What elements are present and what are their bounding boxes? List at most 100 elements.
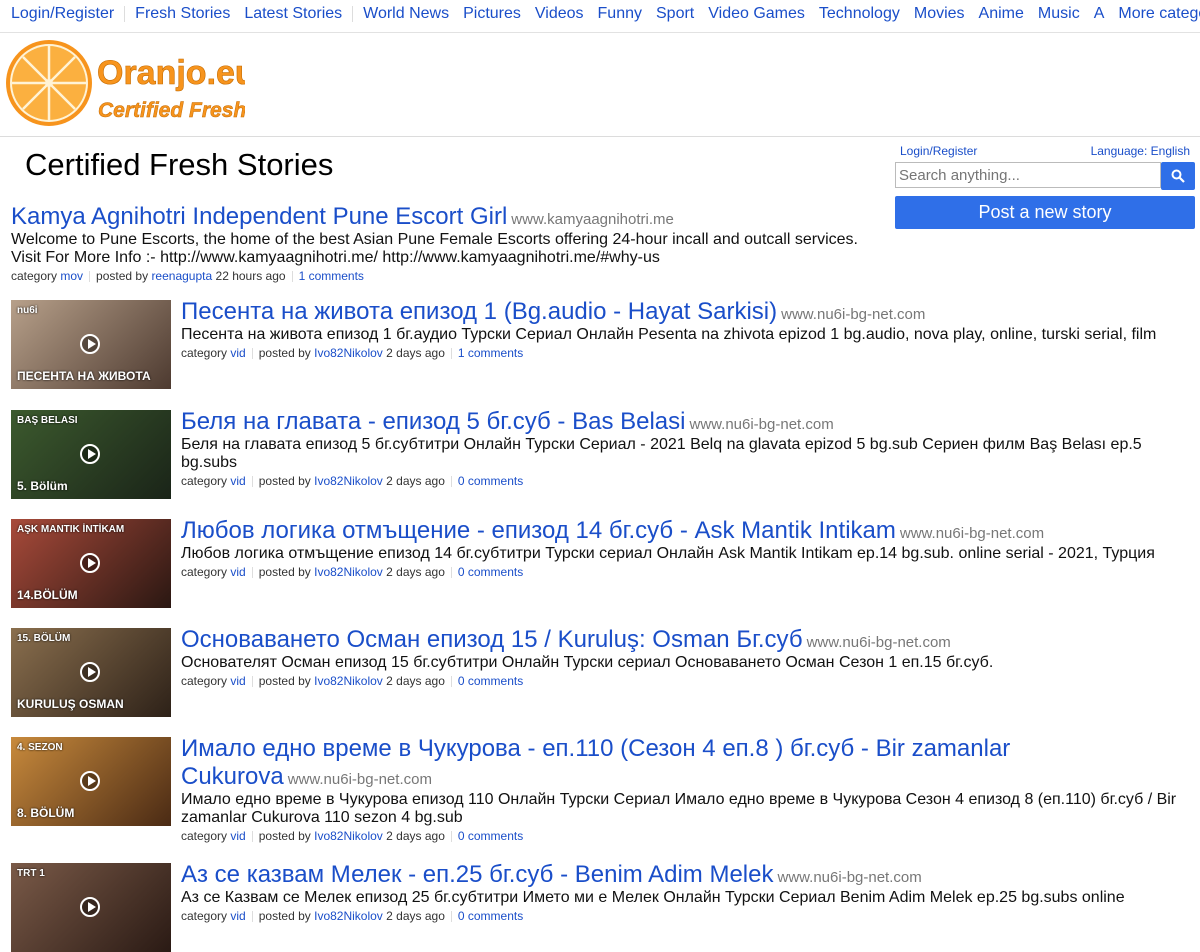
story-item: Аз се казвам Мелек - еп.25 бг.суб - Beni… <box>181 861 1181 924</box>
search-button[interactable] <box>1161 162 1195 190</box>
site-logo[interactable]: Oranjo.eu Certified Fresh <box>5 38 245 128</box>
nav-link-fresh-stories[interactable]: Fresh Stories <box>128 4 237 23</box>
thumbnail-badge: TRT 1 <box>17 868 45 879</box>
category-label: category <box>181 674 228 688</box>
post-time: 2 days ago <box>386 346 445 360</box>
story-meta: category vid posted by Ivo82Nikolov 2 day… <box>181 346 1181 361</box>
thumbnail-badge: 15. BÖLÜM <box>17 633 71 644</box>
nav-link-a[interactable]: A <box>1087 4 1112 23</box>
category-link[interactable]: vid <box>230 565 245 579</box>
story-title-link[interactable]: Аз се казвам Мелек - еп.25 бг.суб - Beni… <box>181 861 774 888</box>
story-domain: www.nu6i-bg-net.com <box>806 634 951 651</box>
meta-separator <box>251 831 253 843</box>
story-meta: category vid posted by Ivo82Nikolov 2 day… <box>181 674 1181 689</box>
story-title-link[interactable]: Беля на главата - епизод 5 бг.суб - Bas … <box>181 408 685 435</box>
story-headline: Основаването Осман епизод 15 / Kuruluş: … <box>181 626 1181 654</box>
story-thumbnail[interactable]: BAŞ BELASI 5. Bölüm <box>11 410 171 499</box>
story-title-link[interactable]: Kamya Agnihotri Independent Pune Escort … <box>11 203 507 230</box>
comments-link[interactable]: 1 comments <box>458 346 523 360</box>
sidebar: Login/Register Language: English Post a … <box>895 143 1195 229</box>
story-thumbnail[interactable]: TRT 1 <box>11 863 171 952</box>
posted-by-label: posted by <box>258 829 311 843</box>
post-new-story-button[interactable]: Post a new story <box>895 196 1195 229</box>
logo-tagline: Certified Fresh <box>98 99 245 122</box>
orange-slice-icon <box>6 40 92 126</box>
nav-link-latest-stories[interactable]: Latest Stories <box>237 4 349 23</box>
category-link[interactable]: vid <box>230 346 245 360</box>
nav-link-videos[interactable]: Videos <box>528 4 591 23</box>
nav-link-video-games[interactable]: Video Games <box>701 4 812 23</box>
site-header: Oranjo.eu Certified Fresh <box>0 33 1200 137</box>
play-icon <box>80 897 100 917</box>
story-title-link[interactable]: Песента на живота епизод 1 (Bg.audio - H… <box>181 298 777 325</box>
author-link[interactable]: Ivo82Nikolov <box>314 909 383 923</box>
post-time: 2 days ago <box>386 909 445 923</box>
story-description: Любов логика отмъщение епизод 14 бг.субт… <box>181 545 1155 562</box>
posted-by-label: posted by <box>258 909 311 923</box>
meta-separator <box>450 676 452 688</box>
nav-link-movies[interactable]: Movies <box>907 4 972 23</box>
category-link[interactable]: vid <box>230 674 245 688</box>
nav-link-funny[interactable]: Funny <box>591 4 649 23</box>
post-time: 2 days ago <box>386 829 445 843</box>
posted-by-label: posted by <box>96 269 149 283</box>
author-link[interactable]: reenagupta <box>151 269 212 283</box>
thumbnail-caption: 14.BÖLÜM <box>17 588 78 602</box>
comments-link[interactable]: 0 comments <box>458 674 523 688</box>
category-label: category <box>181 909 228 923</box>
category-link[interactable]: vid <box>230 474 245 488</box>
nav-link-login-register[interactable]: Login/Register <box>0 4 121 23</box>
nav-separator <box>124 5 126 22</box>
story-thumbnail[interactable]: AŞK MANTIK İNTİKAM 14.BÖLÜM <box>11 519 171 608</box>
nav-link-world-news[interactable]: World News <box>356 4 456 23</box>
nav-links: Login/Register Fresh Stories Latest Storie… <box>0 4 1200 23</box>
story-meta: category vid posted by Ivo82Nikolov 2 day… <box>181 909 1181 924</box>
story-meta: category vid posted by Ivo82Nikolov 2 day… <box>181 565 1181 580</box>
meta-separator <box>89 271 91 283</box>
comments-link[interactable]: 0 comments <box>458 565 523 579</box>
story-domain: www.nu6i-bg-net.com <box>287 771 432 788</box>
author-link[interactable]: Ivo82Nikolov <box>314 474 383 488</box>
comments-link[interactable]: 0 comments <box>458 829 523 843</box>
meta-separator <box>450 567 452 579</box>
category-label: category <box>181 474 228 488</box>
category-link[interactable]: mov <box>60 269 83 283</box>
author-link[interactable]: Ivo82Nikolov <box>314 346 383 360</box>
search-icon <box>1171 169 1185 183</box>
comments-link[interactable]: 0 comments <box>458 474 523 488</box>
category-link[interactable]: vid <box>230 829 245 843</box>
nav-link-sport[interactable]: Sport <box>649 4 701 23</box>
category-label: category <box>181 565 228 579</box>
story-title-link[interactable]: Любов логика отмъщение - епизод 14 бг.су… <box>181 517 896 544</box>
story-title-link[interactable]: Основаването Осман епизод 15 / Kuruluş: … <box>181 626 803 653</box>
author-link[interactable]: Ivo82Nikolov <box>314 829 383 843</box>
nav-link-technology[interactable]: Technology <box>812 4 907 23</box>
story-thumbnail[interactable]: nu6i ПЕСЕНТА НА ЖИВОТА <box>11 300 171 389</box>
story-item: Kamya Agnihotri Independent Pune Escort … <box>11 203 881 284</box>
post-time: 2 days ago <box>386 474 445 488</box>
author-link[interactable]: Ivo82Nikolov <box>314 565 383 579</box>
language-selector[interactable]: Language: English <box>1091 144 1190 158</box>
comments-link[interactable]: 0 comments <box>458 909 523 923</box>
meta-separator <box>251 567 253 579</box>
nav-link-anime[interactable]: Anime <box>972 4 1031 23</box>
story-domain: www.nu6i-bg-net.com <box>899 525 1045 542</box>
story-thumbnail[interactable]: 15. BÖLÜM KURULUŞ OSMAN <box>11 628 171 717</box>
nav-link-music[interactable]: Music <box>1031 4 1087 23</box>
search-input[interactable] <box>895 162 1161 188</box>
story-meta: category vid posted by Ivo82Nikolov 2 day… <box>181 474 1181 489</box>
story-meta: category vid posted by Ivo82Nikolov 2 day… <box>181 829 1181 844</box>
nav-link-more-categories[interactable]: More categories <box>1111 4 1200 23</box>
comments-link[interactable]: 1 comments <box>299 269 364 283</box>
nav-link-pictures[interactable]: Pictures <box>456 4 528 23</box>
story-headline: Любов логика отмъщение - епизод 14 бг.су… <box>181 517 1181 545</box>
story-thumbnail[interactable]: 4. SEZON 8. BÖLÜM <box>11 737 171 826</box>
thumbnail-caption: 5. Bölüm <box>17 479 68 493</box>
play-icon <box>80 444 100 464</box>
story-item: Имало едно време в Чукурова - еп.110 (Се… <box>181 735 1181 844</box>
category-link[interactable]: vid <box>230 909 245 923</box>
sidebar-login-link[interactable]: Login/Register <box>900 144 977 158</box>
story-meta: category mov posted by reenagupta 22 hour… <box>11 269 881 284</box>
play-icon <box>80 771 100 791</box>
author-link[interactable]: Ivo82Nikolov <box>314 674 383 688</box>
